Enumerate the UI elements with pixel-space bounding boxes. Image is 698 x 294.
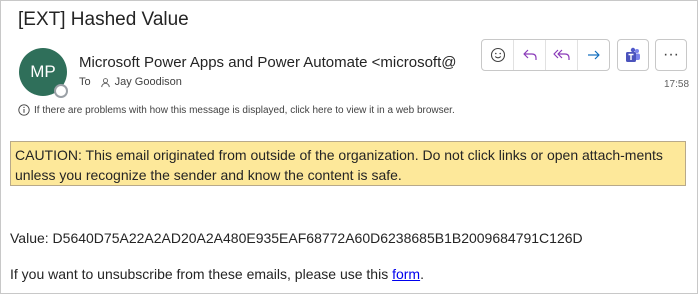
hashed-value-text: Value: D5640D75A22A2AD20A2A480E935EAF687…	[10, 230, 583, 246]
sender-name[interactable]: Microsoft Power Apps and Power Automate …	[79, 54, 456, 71]
reply-icon	[522, 49, 537, 60]
recipient-name[interactable]: Jay Goodison	[115, 76, 182, 88]
avatar-initials: MP	[30, 62, 56, 81]
to-label: To	[79, 76, 91, 88]
received-time: 17:58	[664, 79, 690, 90]
person-icon	[100, 77, 110, 87]
reply-button[interactable]	[514, 40, 546, 70]
info-icon	[18, 104, 30, 116]
recipients-row: To Jay Goodison	[79, 76, 182, 88]
teams-chat-button[interactable]	[617, 39, 649, 71]
emoji-reaction-button[interactable]	[482, 40, 514, 70]
message-subject: [EXT] Hashed Value	[18, 9, 189, 30]
forward-button[interactable]	[578, 40, 609, 70]
reply-all-button[interactable]	[546, 40, 578, 70]
reply-all-icon	[552, 49, 570, 60]
unsubscribe-suffix: .	[420, 266, 424, 282]
message-actions-toolbar	[481, 39, 610, 71]
view-in-browser-notice[interactable]: If there are problems with how this mess…	[18, 104, 455, 116]
presence-status-icon	[54, 84, 68, 98]
external-caution-banner: CAUTION: This email originated from outs…	[10, 141, 686, 186]
unsubscribe-text: If you want to unsubscribe from these em…	[10, 266, 424, 282]
more-actions-button[interactable]: ···	[655, 39, 687, 71]
unsubscribe-prefix: If you want to unsubscribe from these em…	[10, 266, 393, 282]
unsubscribe-form-link[interactable]: form	[392, 266, 420, 282]
info-text: If there are problems with how this mess…	[34, 104, 455, 116]
forward-icon	[587, 50, 600, 60]
more-icon: ···	[663, 46, 679, 63]
teams-icon	[626, 47, 640, 62]
emoji-icon	[490, 47, 505, 63]
